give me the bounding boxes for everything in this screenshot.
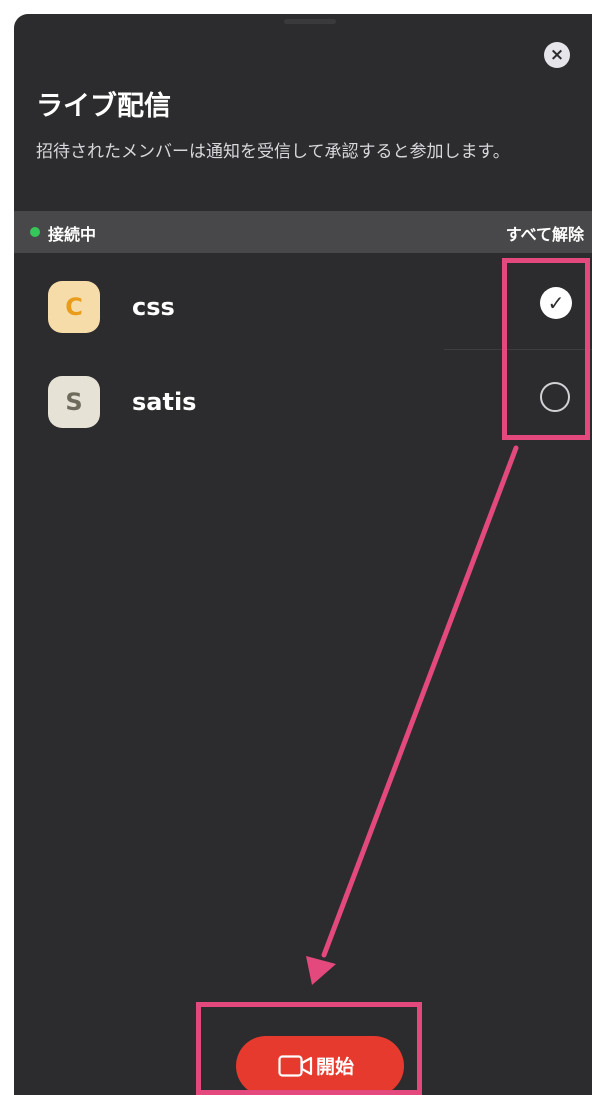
connected-status-dot <box>30 227 40 237</box>
avatar: S <box>48 376 100 428</box>
member-name: satis <box>132 388 197 416</box>
deselect-all-button[interactable]: すべて解除 <box>506 221 584 245</box>
page-title: ライブ配信 <box>36 91 171 122</box>
member-name: css <box>132 293 175 321</box>
close-icon: × <box>549 45 565 65</box>
checkbox-highlight-box <box>502 258 590 440</box>
avatar: C <box>48 281 100 333</box>
live-stream-sheet: × ライブ配信 招待されたメンバーは通知を受信して承認すると参加します。 接続中… <box>14 14 592 1095</box>
start-button-highlight-box <box>196 1002 422 1095</box>
connected-status-label: 接続中 <box>48 225 97 244</box>
description-text: 招待されたメンバーは通知を受信して承認すると参加します。 <box>36 142 510 162</box>
left-edge <box>0 241 14 431</box>
close-button[interactable]: × <box>544 42 570 68</box>
sheet-grabber[interactable] <box>284 19 336 24</box>
section-header: 接続中 すべて解除 <box>14 211 592 253</box>
